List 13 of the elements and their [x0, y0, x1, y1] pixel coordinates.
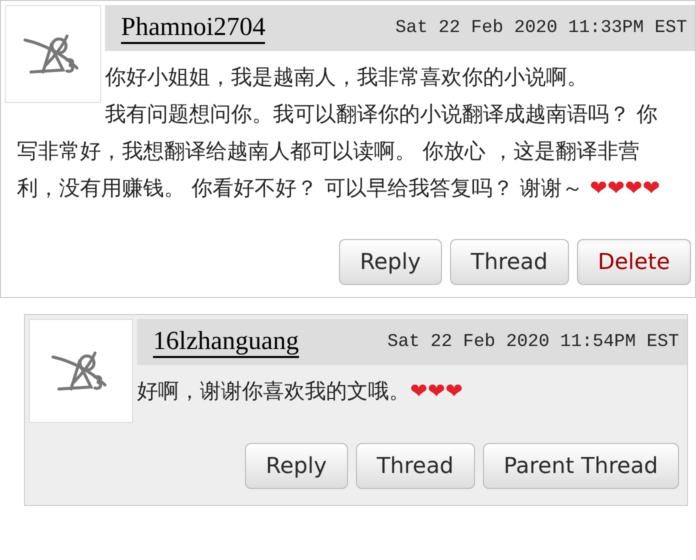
comment-button[interactable]: Parent Thread: [482, 443, 679, 489]
comment-datetime: Sat 22 Feb 2020 11:33PM EST: [395, 16, 687, 40]
comment-datetime: Sat 22 Feb 2020 11:54PM EST: [387, 330, 679, 354]
comment-text: 你好小姐姐，我是越南人，我非常喜欢你的小说啊。: [104, 64, 589, 91]
delete-button[interactable]: Delete: [576, 239, 691, 285]
username-link[interactable]: Phamnoi2704: [121, 12, 266, 44]
username-link[interactable]: 16lzhanguang: [153, 326, 299, 358]
comment-button[interactable]: Reply: [244, 443, 348, 489]
comment-button[interactable]: Thread: [450, 239, 569, 285]
comment-button[interactable]: Reply: [338, 239, 442, 285]
comment-button[interactable]: Thread: [356, 443, 475, 489]
comment-text: 好啊，谢谢你喜欢我的文哦。❤❤❤: [136, 378, 464, 405]
comment-text: 我有问题想问你。我可以翻译你的小说翻译成越南语吗？ 你写非常好，我想翻译给越南人都可以读啊。 你放心 ，这是翻译非营利，没有用赚钱。 你看好不好？ 可以早给我答复吗？ 谢谢～ ❤❤❤❤: [17, 101, 662, 202]
